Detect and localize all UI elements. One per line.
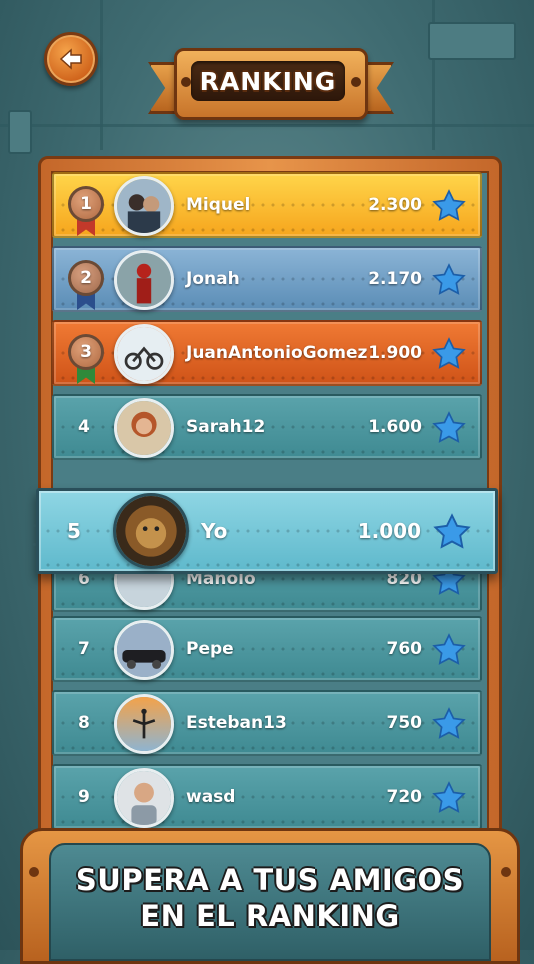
player-name: wasd [186,787,236,807]
avatar [114,620,174,680]
arrow-left-icon [59,48,82,70]
player-name: Pepe [186,639,234,659]
star-icon [432,707,466,739]
avatar [114,694,174,754]
player-name: JuanAntonioGomez [186,343,368,363]
promo-banner: SUPERA A TUS AMIGOS EN EL RANKING [20,828,520,964]
row-rivets [43,495,491,567]
ranking-row-7[interactable]: 7 Pepe 760 [52,616,482,682]
player-score: 2.300 [368,195,422,215]
ranking-row-3[interactable]: 3 JuanAntonioGomez 1.900 [52,320,482,386]
bronze-medal-icon: 3 [68,334,104,386]
title-sign: RANKING [148,40,394,120]
gold-medal-icon: 1 [68,186,104,238]
star-icon [432,411,466,443]
hinge [428,22,516,60]
rank-badge: 1 [68,186,104,222]
avatar-photo [117,327,171,381]
star-icon [432,263,466,295]
ranking-row-8[interactable]: 8 Esteban13 750 [52,690,482,756]
player-score: 760 [386,639,423,659]
screw-icon [501,867,511,877]
rank-badge: 2 [68,260,104,296]
ranking-row-9[interactable]: 9 wasd 720 [52,764,482,830]
rank-number: 7 [78,639,90,659]
title-plate: RANKING [191,61,345,101]
player-score: 2.170 [368,269,422,289]
silver-medal-icon: 2 [68,260,104,312]
player-score: 1.900 [368,343,422,363]
ranking-row-1[interactable]: 1 Miquel 2.300 [52,172,482,238]
avatar [114,176,174,236]
player-name: Jonah [186,269,240,289]
avatar [114,768,174,828]
rank-number: 9 [78,787,90,807]
avatar-photo [117,771,171,825]
avatar-photo [117,623,171,677]
player-score: 1.600 [368,417,422,437]
avatar-photo [117,401,171,455]
avatar [113,493,189,569]
title-board: RANKING [174,48,368,120]
player-score: 720 [386,787,423,807]
ranking-row-current-player[interactable]: 5 Yo 1.000 [36,488,498,574]
wall-seam [0,124,534,127]
avatar-photo [117,179,171,233]
promo-line-1: SUPERA A TUS AMIGOS [75,863,465,897]
promo-line-2: EN EL RANKING [140,899,400,933]
player-score: 1.000 [357,519,421,543]
promo-panel: SUPERA A TUS AMIGOS EN EL RANKING [49,843,491,961]
star-icon [432,781,466,813]
ranking-row-2[interactable]: 2 Jonah 2.170 [52,246,482,312]
ranking-row-4[interactable]: 4 Sarah12 1.600 [52,394,482,460]
player-score: 750 [386,713,423,733]
avatar [114,324,174,384]
avatar-photo [117,253,171,307]
star-icon [432,189,466,221]
avatar [114,398,174,458]
avatar-photo [117,697,171,751]
wall-seam [100,0,103,150]
star-icon [433,513,471,549]
screw-icon [351,77,361,87]
hinge [8,110,32,154]
avatar-photo [116,496,186,566]
page-title: RANKING [199,66,337,96]
rank-number: 5 [67,519,81,543]
player-name: Yo [201,519,228,543]
rank-badge: 3 [68,334,104,370]
screw-icon [181,77,191,87]
rank-number: 4 [78,417,90,437]
player-name: Esteban13 [186,713,287,733]
star-icon [432,633,466,665]
player-name: Miquel [186,195,251,215]
screw-icon [29,867,39,877]
back-button[interactable] [44,32,98,86]
avatar [114,250,174,310]
star-icon [432,337,466,369]
player-name: Sarah12 [186,417,266,437]
rank-number: 8 [78,713,90,733]
